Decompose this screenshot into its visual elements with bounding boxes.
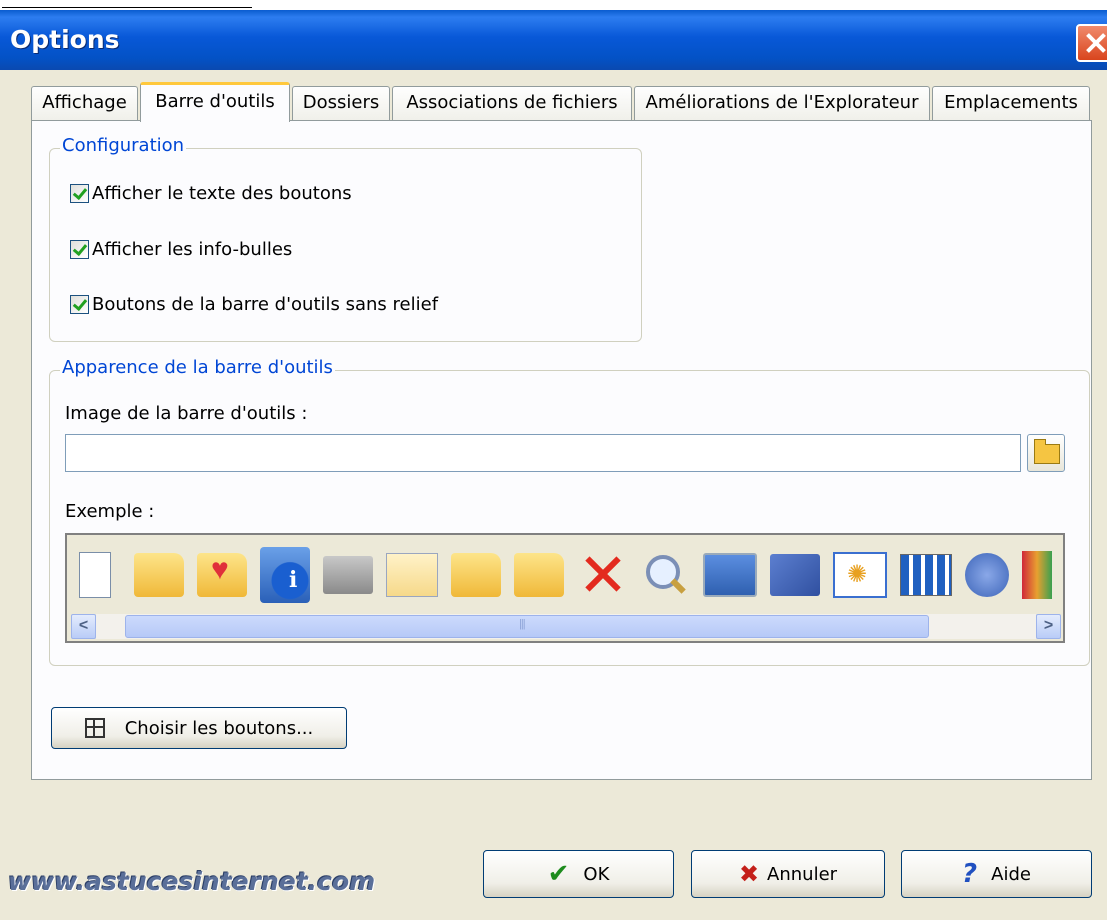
scroll-thumb[interactable]	[125, 615, 929, 638]
network-icon	[965, 553, 1009, 597]
horizontal-scrollbar[interactable]: < >	[71, 614, 1061, 639]
tab-emplacements[interactable]: Emplacements	[932, 86, 1090, 120]
watermark: www.astucesinternet.com	[8, 867, 376, 896]
favorites-folder-icon	[197, 553, 247, 597]
mail-icon	[386, 553, 438, 597]
tab-ameliorations[interactable]: Améliorations de l'Explorateur	[634, 86, 930, 120]
option-show-tooltips[interactable]: Afficher les info-bulles	[70, 239, 292, 260]
checkmark-icon: ✔	[547, 859, 570, 889]
books-icon	[1022, 551, 1052, 599]
tab-associations[interactable]: Associations de fichiers	[392, 86, 632, 120]
ok-label: OK	[583, 863, 610, 885]
option-show-button-text[interactable]: Afficher le texte des boutons	[70, 183, 352, 204]
search-icon	[640, 547, 690, 603]
choose-buttons-button[interactable]: Choisir les boutons...	[51, 707, 347, 749]
new-document-icon	[79, 552, 111, 598]
example-icon-strip	[71, 539, 1061, 611]
open-folder-icon	[134, 553, 184, 597]
option-flat-buttons[interactable]: Boutons de la barre d'outils sans relief	[70, 294, 438, 315]
checkbox-checked-icon[interactable]	[70, 295, 89, 314]
cancel-button[interactable]: ✖ Annuler	[691, 850, 885, 898]
copy-to-icon	[514, 553, 564, 597]
window-title: Options	[10, 25, 120, 54]
top-strip	[0, 0, 1107, 10]
help-button[interactable]: ? Aide	[901, 850, 1092, 898]
properties-info-icon	[260, 547, 310, 603]
top-link-underline	[2, 0, 252, 8]
scroll-right-icon[interactable]: >	[1036, 614, 1061, 639]
choose-buttons-label: Choisir les boutons...	[124, 717, 314, 739]
ok-button[interactable]: ✔ OK	[483, 850, 674, 898]
delete-icon	[577, 547, 627, 603]
help-label: Aide	[991, 863, 1031, 885]
image-label: Image de la barre d'outils :	[65, 403, 308, 424]
option-label: Afficher les info-bulles	[92, 239, 293, 260]
title-bar: Options	[0, 10, 1107, 70]
tab-barre-outils[interactable]: Barre d'outils	[140, 82, 290, 122]
open-folder-icon	[1034, 439, 1060, 464]
checkbox-checked-icon[interactable]	[70, 184, 89, 203]
tab-panel: Configuration Afficher le texte des bout…	[31, 120, 1092, 780]
close-button[interactable]	[1076, 24, 1107, 62]
help-question-icon: ?	[962, 859, 978, 889]
appearance-legend: Apparence de la barre d'outils	[60, 357, 335, 378]
tab-dossiers[interactable]: Dossiers	[292, 86, 390, 120]
folder-options-icon	[900, 554, 952, 596]
example-label: Exemple :	[65, 501, 155, 522]
option-label: Boutons de la barre d'outils sans relief	[92, 294, 439, 315]
settings-icon	[833, 552, 887, 598]
browse-button[interactable]	[1027, 434, 1065, 472]
scroll-track[interactable]	[96, 614, 1036, 639]
print-icon	[323, 556, 373, 594]
configuration-legend: Configuration	[60, 135, 187, 156]
option-label: Afficher le texte des boutons	[92, 183, 352, 204]
tab-affichage[interactable]: Affichage	[31, 86, 138, 120]
customize-grid-icon	[84, 718, 105, 738]
cancel-x-icon: ✖	[738, 860, 760, 888]
cancel-label: Annuler	[767, 863, 838, 885]
checkbox-checked-icon[interactable]	[70, 240, 89, 259]
image-path-input[interactable]	[65, 434, 1021, 472]
move-to-icon	[451, 553, 501, 597]
control-panel-icon	[703, 553, 757, 597]
scroll-left-icon[interactable]: <	[71, 614, 96, 639]
tools-icon	[770, 554, 820, 596]
example-preview: < >	[65, 533, 1065, 643]
configuration-group: Configuration Afficher le texte des bout…	[49, 135, 642, 342]
